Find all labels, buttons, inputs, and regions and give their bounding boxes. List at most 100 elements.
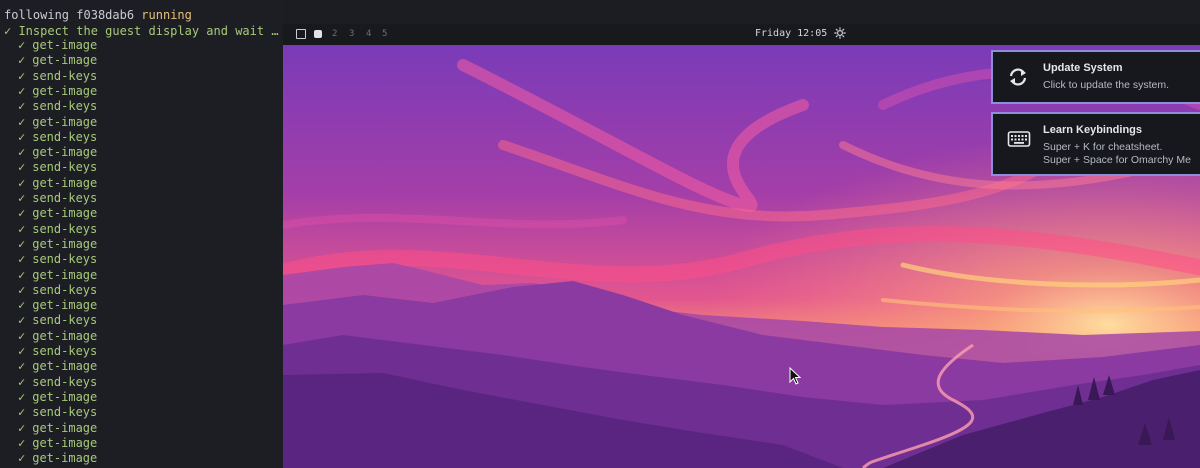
step-line: ✓ get-image bbox=[18, 421, 97, 436]
check-icon: ✓ bbox=[18, 160, 26, 175]
notification-body: Super + K for cheatsheet. Super + Space … bbox=[1043, 141, 1191, 167]
notification-title: Learn Keybindings bbox=[1043, 124, 1143, 136]
check-icon: ✓ bbox=[18, 389, 26, 404]
step-line: ✓ send-keys bbox=[18, 375, 97, 390]
step-label: send-keys bbox=[32, 344, 98, 358]
step-line: ✓ get-image bbox=[18, 53, 97, 68]
step-label: send-keys bbox=[32, 282, 98, 297]
check-icon: ✓ bbox=[18, 313, 26, 328]
step-label: send-keys bbox=[32, 191, 98, 205]
check-icon: ✓ bbox=[18, 175, 26, 190]
check-icon: ✓ bbox=[18, 252, 26, 267]
step-line: ✓ get-image bbox=[18, 176, 97, 191]
step-label: get-image bbox=[32, 236, 98, 251]
workspace-3[interactable]: 3 bbox=[349, 28, 354, 40]
step-label: get-image bbox=[32, 451, 98, 466]
check-icon: ✓ bbox=[18, 405, 26, 420]
check-icon: ✓ bbox=[18, 53, 26, 68]
step-label: get-image bbox=[32, 328, 98, 343]
workspace-5[interactable]: 5 bbox=[382, 28, 387, 40]
check-icon: ✓ bbox=[18, 145, 26, 160]
step-label: get-image bbox=[32, 359, 98, 374]
refresh-icon bbox=[1009, 68, 1027, 86]
step-line: ✓ get-image bbox=[18, 451, 97, 466]
step-line: ✓ send-keys bbox=[18, 405, 97, 420]
workspace-1-icon[interactable] bbox=[296, 29, 306, 39]
check-icon: ✓ bbox=[18, 359, 26, 374]
step-line: ✓ send-keys bbox=[18, 344, 97, 359]
step-line: ✓ get-image bbox=[18, 38, 97, 53]
step-label: get-image bbox=[32, 38, 98, 52]
step-line: ✓ get-image bbox=[18, 84, 97, 99]
step-line: ✓ send-keys bbox=[18, 69, 97, 84]
check-icon: ✓ bbox=[18, 114, 26, 129]
notification-learn-keybindings[interactable]: Learn Keybindings Super + K for cheatshe… bbox=[991, 112, 1200, 176]
check-icon: ✓ bbox=[18, 298, 26, 313]
check-icon: ✓ bbox=[18, 206, 26, 221]
step-label: send-keys bbox=[32, 374, 98, 389]
step-line: ✓ get-image bbox=[18, 268, 97, 283]
check-icon: ✓ bbox=[18, 328, 26, 343]
terminal-pane[interactable]: following f038dab6 running ✓ Inspect the… bbox=[0, 0, 283, 468]
step-line: ✓ send-keys bbox=[18, 313, 97, 328]
notification-body-line: Super + Space for Omarchy Me bbox=[1043, 154, 1191, 166]
step-line: ✓ send-keys bbox=[18, 252, 97, 267]
step-label: get-image bbox=[32, 114, 98, 129]
step-line: ✓ send-keys bbox=[18, 130, 97, 145]
step-label: get-image bbox=[32, 53, 98, 68]
step-line: ✓ send-keys bbox=[18, 160, 97, 175]
run-status: running bbox=[141, 8, 192, 22]
step-label: get-image bbox=[32, 267, 98, 282]
check-icon: ✓ bbox=[18, 282, 26, 297]
step-label: send-keys bbox=[32, 68, 98, 83]
keyboard-icon bbox=[1007, 131, 1031, 147]
wallpaper bbox=[283, 45, 1200, 468]
step-line: ✓ get-image bbox=[18, 115, 97, 130]
check-icon: ✓ bbox=[18, 236, 26, 251]
check-icon: ✓ bbox=[18, 83, 26, 98]
notification-body: Click to update the system. bbox=[1043, 79, 1170, 91]
step-label: send-keys bbox=[32, 129, 98, 144]
check-icon: ✓ bbox=[18, 221, 26, 236]
step-line: ✓ get-image bbox=[18, 359, 97, 374]
step-label: get-image bbox=[32, 389, 98, 404]
step-label: get-image bbox=[32, 145, 98, 160]
workspace-active-icon[interactable] bbox=[314, 30, 322, 38]
step-label: send-keys bbox=[32, 252, 98, 267]
check-icon: ✓ bbox=[18, 68, 26, 83]
step-label: send-keys bbox=[32, 160, 98, 175]
step-label: get-image bbox=[32, 420, 98, 435]
step-line: ✓ get-image bbox=[18, 206, 97, 221]
step-label: send-keys bbox=[32, 313, 98, 328]
following-label: following bbox=[4, 8, 70, 22]
check-icon: ✓ bbox=[18, 451, 26, 466]
check-icon: ✓ bbox=[18, 420, 26, 435]
workspace-2[interactable]: 2 bbox=[332, 28, 337, 40]
step-label: get-image bbox=[32, 83, 98, 98]
check-icon: ✓ bbox=[18, 129, 26, 144]
step-label: send-keys bbox=[32, 99, 98, 114]
notification-update-system[interactable]: Update System Click to update the system… bbox=[991, 50, 1200, 104]
terminal-header: following f038dab6 running bbox=[4, 7, 192, 23]
step-line: ✓ get-image bbox=[18, 390, 97, 405]
clock[interactable]: Friday 12:05 bbox=[755, 28, 827, 40]
step-line: ✓ get-image bbox=[18, 145, 97, 160]
sun-gear-icon[interactable] bbox=[834, 27, 846, 39]
mouse-cursor-icon bbox=[789, 367, 801, 385]
step-line: ✓ send-keys bbox=[18, 191, 97, 206]
step-line: ✓ get-image bbox=[18, 436, 97, 451]
top-bar: 2 3 4 5 Friday 12:05 bbox=[283, 24, 1200, 45]
step-label: get-image bbox=[32, 298, 98, 313]
step-label: send-keys bbox=[32, 405, 98, 420]
step-label: get-image bbox=[32, 435, 98, 450]
step-line: ✓ get-image bbox=[18, 329, 97, 344]
step-label: send-keys bbox=[32, 221, 98, 236]
step-line: ✓ send-keys bbox=[18, 222, 97, 237]
workspace-4[interactable]: 4 bbox=[366, 28, 371, 40]
step-line: ✓ get-image bbox=[18, 237, 97, 252]
step-line: ✓ send-keys bbox=[18, 99, 97, 114]
step-label: get-image bbox=[32, 206, 98, 221]
desktop[interactable]: Update System Click to update the system… bbox=[283, 45, 1200, 468]
check-icon: ✓ bbox=[18, 374, 26, 389]
check-icon: ✓ bbox=[18, 38, 26, 52]
